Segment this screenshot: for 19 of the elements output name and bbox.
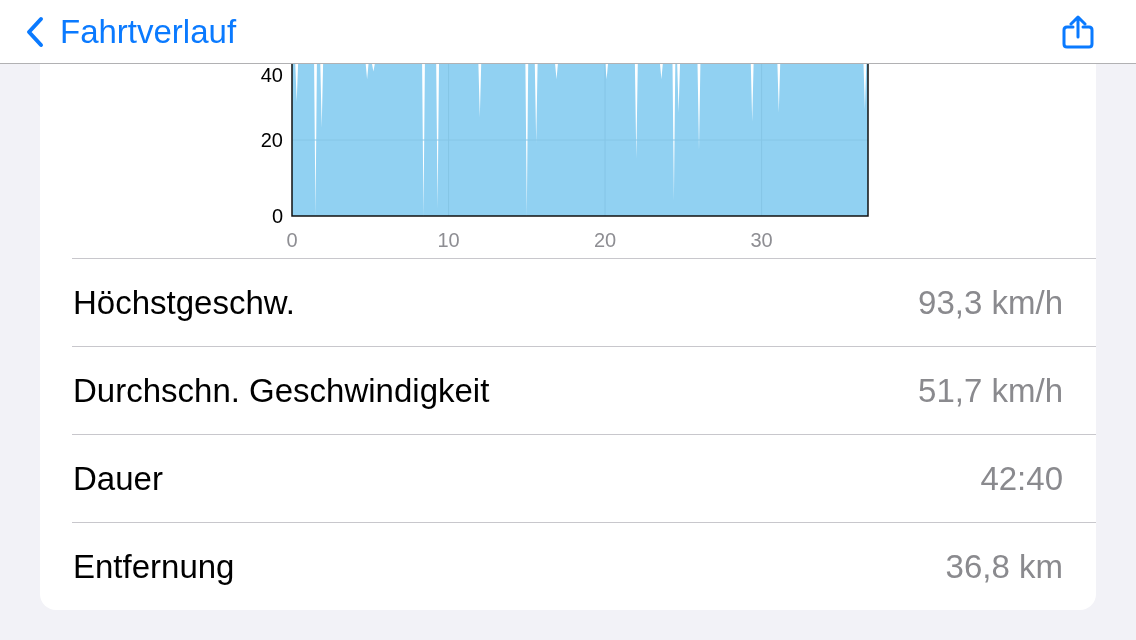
x-axis-label: 0 bbox=[286, 229, 298, 251]
share-button[interactable] bbox=[1062, 14, 1094, 49]
share-icon bbox=[1062, 14, 1094, 49]
y-axis-label: 40 bbox=[260, 64, 283, 86]
stat-label: Höchstgeschw. bbox=[73, 283, 295, 322]
y-axis-label: 20 bbox=[260, 129, 283, 151]
x-axis-label: 10 bbox=[437, 229, 460, 251]
stat-label: Dauer bbox=[73, 459, 163, 498]
y-axis-label: 0 bbox=[271, 205, 283, 227]
x-axis-label: 30 bbox=[750, 229, 773, 251]
stat-value: 42:40 bbox=[980, 459, 1063, 498]
stat-label: Entfernung bbox=[73, 547, 235, 586]
stat-value: 51,7 km/h bbox=[918, 371, 1063, 410]
stat-label: Durchschn. Geschwindigkeit bbox=[73, 371, 490, 410]
x-axis-label: 20 bbox=[593, 229, 617, 251]
stat-value: 93,3 km/h bbox=[918, 283, 1063, 322]
chevron-icon bbox=[25, 15, 45, 48]
stat-value: 36,8 km bbox=[945, 547, 1063, 586]
back-button[interactable]: Fahrtverlauf bbox=[25, 12, 237, 51]
